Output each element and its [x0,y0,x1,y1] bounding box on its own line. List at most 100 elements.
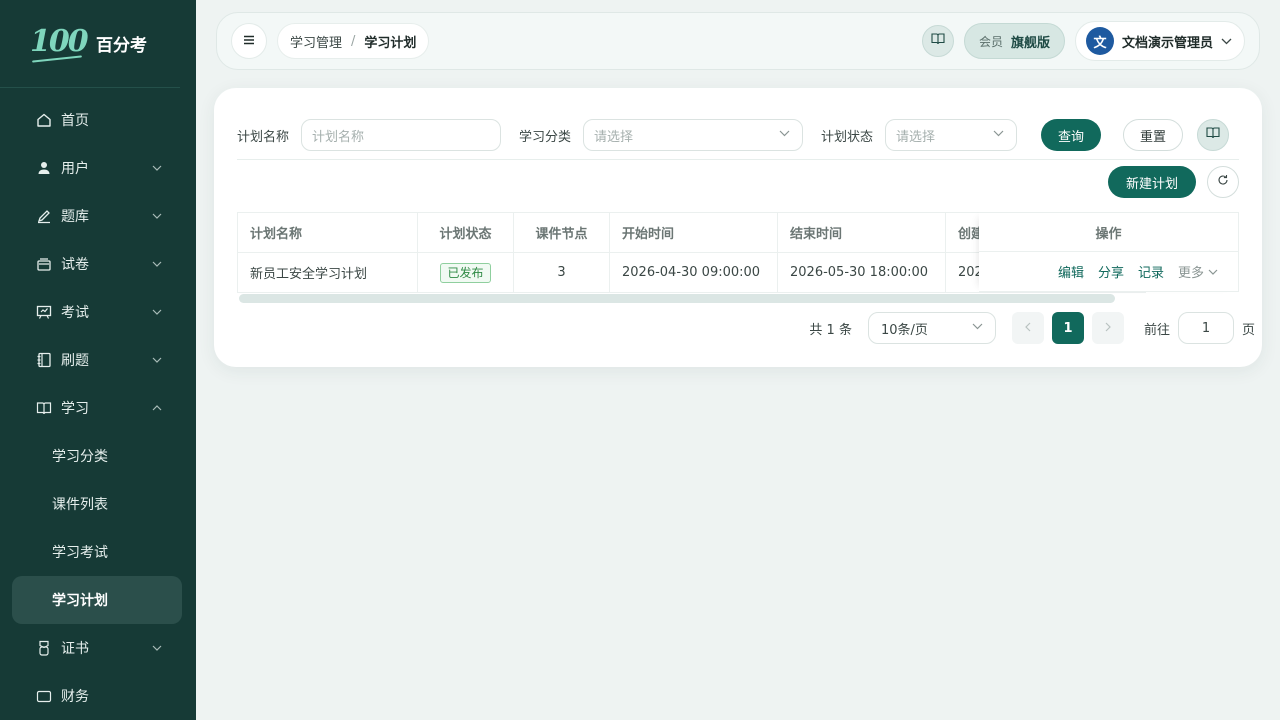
chevron-up-icon [152,403,162,413]
chevron-down-icon [993,130,1004,137]
search-button[interactable]: 查询 [1041,119,1102,151]
user-menu[interactable]: 文 文档演示管理员 [1074,21,1245,61]
operations-row: 编辑 分享 记录 更多 [979,252,1238,292]
column-header[interactable]: 结束时间 [777,212,946,253]
page-suffix: 页 [1241,322,1255,338]
chevron-left-icon [1025,321,1031,336]
sidebar-item-user[interactable]: 用户 [0,144,196,192]
docs-button[interactable] [921,25,954,57]
pagination: 共 1 条 10条/页 1 前往 1 页 [809,312,1255,344]
more-dropdown[interactable]: 更多 [1178,262,1218,281]
menu-toggle-button[interactable] [231,23,267,59]
chevron-down-icon [1221,38,1232,45]
sidebar-subitem-study-plan[interactable]: 学习计划 [12,576,182,624]
plan-status-select[interactable]: 请选择 [885,119,1018,151]
nodes-cell: 3 [513,252,610,293]
sidebar-item-papers[interactable]: 试卷 [0,240,196,288]
chevron-down-icon [152,211,162,221]
chevron-down-icon [972,323,983,330]
docs-button[interactable] [1197,119,1230,151]
column-header[interactable]: 计划名称 [237,212,418,253]
plan-name-label: 计划名称 [237,129,290,145]
study-category-placeholder: 请选择 [594,129,634,145]
sidebar-item-label: 学习 [61,401,89,417]
status-badge: 已发布 [440,262,491,283]
edit-link[interactable]: 编辑 [1058,262,1084,281]
chevron-down-icon [152,355,162,365]
more-label: 更多 [1177,266,1204,281]
user-icon [36,160,52,176]
column-header[interactable]: 课件节点 [513,212,610,253]
book-icon [1206,127,1220,143]
column-header: 操作 [979,212,1238,252]
prev-page-button[interactable] [1011,312,1044,344]
sidebar-item-finance[interactable]: 财务 [0,672,196,720]
home-icon [36,112,52,128]
sidebar-subitem-study-category[interactable]: 学习分类 [0,432,196,480]
sidebar-menu: 首页 用户 题库 试卷 考试 刷题 学习 学习分类 课件列表 学习考试 学习计划… [0,88,196,720]
sidebar-subitem-study-exam[interactable]: 学习考试 [0,528,196,576]
chevron-down-icon [152,307,162,317]
paper-icon [36,256,52,272]
exam-icon [36,304,52,320]
table-toolbar: 新建计划 [1108,166,1239,198]
chevron-down-icon [152,259,162,269]
plan-name-input[interactable]: 计划名称 [301,119,502,151]
column-header[interactable]: 计划状态 [417,212,514,253]
refresh-icon [1217,174,1229,190]
study-category-select[interactable]: 请选择 [583,119,804,151]
page-size-select[interactable]: 10条/页 [867,312,996,344]
goto-page-input[interactable]: 1 [1177,312,1234,344]
operations-column: 操作 编辑 分享 记录 更多 [979,212,1239,292]
record-link[interactable]: 记录 [1138,262,1164,281]
brand[interactable]: 100 百分考 [0,0,180,88]
sidebar-item-question-bank[interactable]: 题库 [0,192,196,240]
sidebar-item-label: 考试 [61,305,89,321]
share-link[interactable]: 分享 [1098,262,1124,281]
plan-name-cell: 新员工安全学习计划 [237,252,418,293]
reset-button[interactable]: 重置 [1123,119,1184,151]
column-header[interactable]: 开始时间 [609,212,778,253]
sidebar-item-home[interactable]: 首页 [0,96,196,144]
total-count: 共 1 条 [809,322,852,338]
brand-name: 百分考 [96,36,147,56]
next-page-button[interactable] [1091,312,1124,344]
chevron-down-icon [779,130,790,137]
medal-icon [36,640,52,656]
sidebar-item-certificate[interactable]: 证书 [0,624,196,672]
hamburger-icon [243,33,255,49]
member-tier: 旗舰版 [1010,35,1050,51]
pen-icon [36,208,52,224]
top-header: 学习管理 / 学习计划 会员 旗舰版 文 文档演示管理员 [216,12,1260,70]
page-size-value: 10条/页 [880,322,928,338]
sidebar-item-practice[interactable]: 刷题 [0,336,196,384]
horizontal-scrollbar[interactable] [239,294,1115,303]
brand-logo: 100 [30,24,89,64]
notebook-icon [36,352,52,368]
sidebar-item-exams[interactable]: 考试 [0,288,196,336]
book-icon [931,33,945,49]
breadcrumb-item-study-management[interactable]: 学习管理 [290,32,342,51]
refresh-button[interactable] [1207,166,1239,198]
plan-table: 计划名称 计划状态 课件节点 开始时间 结束时间 创建 新员工安全学习计划 已发… [237,212,1239,304]
member-label: 会员 [978,34,1003,49]
filter-bar: 计划名称 计划名称 学习分类 请选择 计划状态 请选择 查询 重置 [237,111,1239,159]
study-category-label: 学习分类 [519,129,572,145]
new-plan-button[interactable]: 新建计划 [1108,166,1196,198]
plan-status-label: 计划状态 [821,129,874,145]
wallet-icon [36,688,52,704]
main-card: 计划名称 计划名称 学习分类 请选择 计划状态 请选择 查询 重置 新建计划 计… [214,88,1262,367]
member-badge[interactable]: 会员 旗舰版 [963,23,1065,59]
sidebar-item-label: 财务 [61,689,89,705]
plan-status-placeholder: 请选择 [896,129,936,145]
filter-divider [237,159,1239,160]
page-number-button[interactable]: 1 [1051,312,1084,344]
goto-label: 前往 [1143,322,1170,338]
end-time-cell: 2026-05-30 18:00:00 [777,252,946,293]
sidebar-item-label: 首页 [61,113,89,129]
user-name: 文档演示管理员 [1121,35,1213,51]
sidebar-subitem-courseware-list[interactable]: 课件列表 [0,480,196,528]
sidebar-item-study[interactable]: 学习 [0,384,196,432]
sidebar-item-label: 证书 [61,641,89,657]
chevron-down-icon [152,643,162,653]
